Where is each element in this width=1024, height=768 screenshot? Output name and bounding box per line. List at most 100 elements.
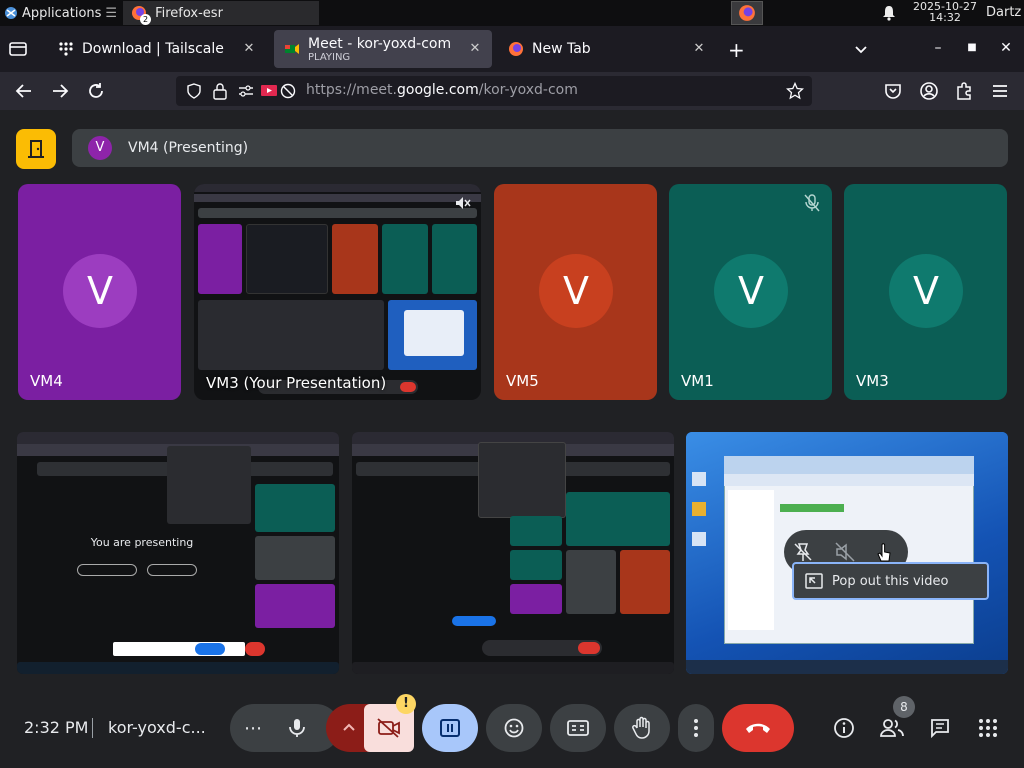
mini-notice-button (452, 616, 496, 626)
account-icon[interactable] (918, 80, 940, 102)
participant-name: VM4 (30, 372, 63, 390)
shared-screen-urlbar (194, 194, 481, 202)
tab-close-icon[interactable]: ✕ (240, 40, 258, 58)
companion-mode-button[interactable] (16, 129, 56, 169)
tab-title: Download | Tailscale (82, 41, 224, 57)
app-menu-hamburger-icon[interactable] (989, 80, 1011, 102)
reactions-button[interactable] (486, 704, 542, 752)
window-count-badge: 2 (140, 14, 152, 25)
forward-arrow-icon[interactable] (49, 80, 71, 102)
video-options-chevron-up-icon[interactable] (342, 721, 356, 735)
participant-tile-vm4[interactable]: V VM4 (18, 184, 181, 400)
presenter-banner[interactable]: V VM4 (Presenting) (72, 129, 1008, 167)
chat-button[interactable] (916, 704, 964, 752)
reload-icon[interactable] (85, 80, 107, 102)
firefox-view-icon[interactable] (8, 40, 28, 58)
xfce-logo-icon (5, 7, 17, 19)
raise-hand-button[interactable] (614, 704, 670, 752)
mute-tile-audio-icon[interactable] (834, 541, 856, 563)
firefox-icon: 2 (131, 5, 152, 25)
mini-taskbar (352, 662, 674, 674)
system-panel: Applications ☰ 2 Firefox-esr 2025-10-27 … (0, 0, 1024, 26)
mini-tile (566, 492, 670, 546)
presenter-avatar: V (88, 136, 112, 160)
extensions-icon[interactable] (953, 80, 975, 102)
mini-tile (566, 550, 616, 614)
activities-button[interactable] (964, 704, 1012, 752)
permissions-icon[interactable] (238, 84, 254, 98)
more-options-button[interactable] (678, 704, 714, 752)
participant-name: VM5 (506, 372, 539, 390)
new-tab-button[interactable]: + (728, 38, 745, 62)
mini-tile (255, 536, 335, 580)
tab-tailscale[interactable]: Download | Tailscale ✕ (48, 30, 266, 68)
tray-firefox-icon[interactable] (731, 1, 763, 25)
shared-screen-left[interactable]: You are presenting (17, 432, 339, 674)
applications-menu[interactable]: Applications ☰ (0, 0, 117, 26)
back-arrow-icon[interactable] (13, 80, 35, 102)
present-now-button[interactable] (422, 704, 478, 752)
desktop-icon (692, 472, 706, 486)
meeting-controls-bar: 2:32 PM kor-yoxd-c... ⋯ ! 8 (0, 694, 1024, 768)
url-prefix: https://meet. (306, 82, 397, 98)
disk-usage-bar (780, 504, 844, 512)
mini-tile (246, 224, 328, 294)
autoplay-blocked-icon[interactable] (280, 83, 296, 99)
more-vert-icon (694, 719, 698, 737)
participant-name: VM1 (681, 372, 714, 390)
door-exit-icon (28, 140, 44, 158)
maximize-button[interactable]: ■ (962, 38, 982, 58)
participant-name: VM3 (Your Presentation) (206, 374, 387, 392)
meeting-details-button[interactable] (820, 704, 868, 752)
tab-close-icon[interactable]: ✕ (690, 40, 708, 58)
camera-off-icon (377, 718, 400, 738)
lock-icon[interactable] (212, 82, 228, 100)
url-text[interactable]: https://meet.google.com/kor-yoxd-com (306, 82, 578, 98)
pop-out-hand-cursor-icon[interactable] (872, 541, 894, 563)
applications-label: Applications (22, 5, 102, 21)
audio-settings-more-icon[interactable]: ⋯ (244, 718, 274, 739)
clock[interactable]: 2025-10-27 14:32 (908, 1, 982, 23)
pocket-icon[interactable] (882, 80, 904, 102)
unpin-icon[interactable] (792, 541, 814, 563)
minimize-button[interactable]: – (928, 38, 948, 58)
bookmark-star-icon[interactable] (786, 82, 804, 100)
shared-screen-middle[interactable] (352, 432, 674, 674)
apps-grid-icon (979, 719, 997, 737)
participant-tile-vm3-presentation[interactable]: VM3 (Your Presentation) (194, 184, 481, 400)
screen-sharing-indicator-icon[interactable] (260, 83, 278, 99)
participant-tile-vm1[interactable]: V VM1 (669, 184, 832, 400)
desktop-icon (692, 502, 706, 516)
mini-tile (510, 516, 562, 546)
mini-notice (113, 642, 245, 656)
emoji-smile-icon (504, 718, 524, 738)
mini-hangup (245, 642, 265, 656)
taskbar-firefox[interactable]: 2 Firefox-esr (123, 1, 320, 25)
divider (92, 718, 93, 738)
shared-screen-tabbar (17, 432, 339, 444)
microphone-icon[interactable] (286, 717, 308, 739)
leave-call-button[interactable] (722, 704, 794, 752)
mini-tile (620, 550, 670, 614)
people-icon (880, 719, 904, 737)
user-name[interactable]: Dartz (986, 5, 1021, 20)
captions-button[interactable] (550, 704, 606, 752)
raise-hand-icon (632, 716, 650, 739)
chat-bubble-icon (931, 719, 949, 739)
tab-close-icon[interactable]: ✕ (466, 40, 484, 58)
presenting-text: You are presenting (90, 536, 194, 549)
tab-new-tab[interactable]: New Tab ✕ (498, 30, 716, 68)
notification-bell-icon[interactable] (882, 5, 896, 21)
audio-controls-group: ⋯ (230, 704, 340, 752)
url-domain: google.com (397, 82, 479, 98)
navigation-toolbar: https://meet.google.com/kor-yoxd-com (0, 72, 1024, 110)
windows-taskbar (686, 660, 1008, 674)
close-window-button[interactable]: ✕ (996, 38, 1016, 58)
pop-out-tooltip: Pop out this video (792, 562, 989, 600)
address-bar[interactable]: https://meet.google.com/kor-yoxd-com (176, 76, 812, 106)
tracking-protection-shield-icon[interactable] (186, 83, 202, 99)
participant-tile-vm5[interactable]: V VM5 (494, 184, 657, 400)
participant-tile-vm3[interactable]: V VM3 (844, 184, 1007, 400)
list-all-tabs-chevron-icon[interactable] (852, 40, 870, 58)
tab-meet[interactable]: Meet - kor-yoxd-com PLAYING ✕ (274, 30, 492, 68)
